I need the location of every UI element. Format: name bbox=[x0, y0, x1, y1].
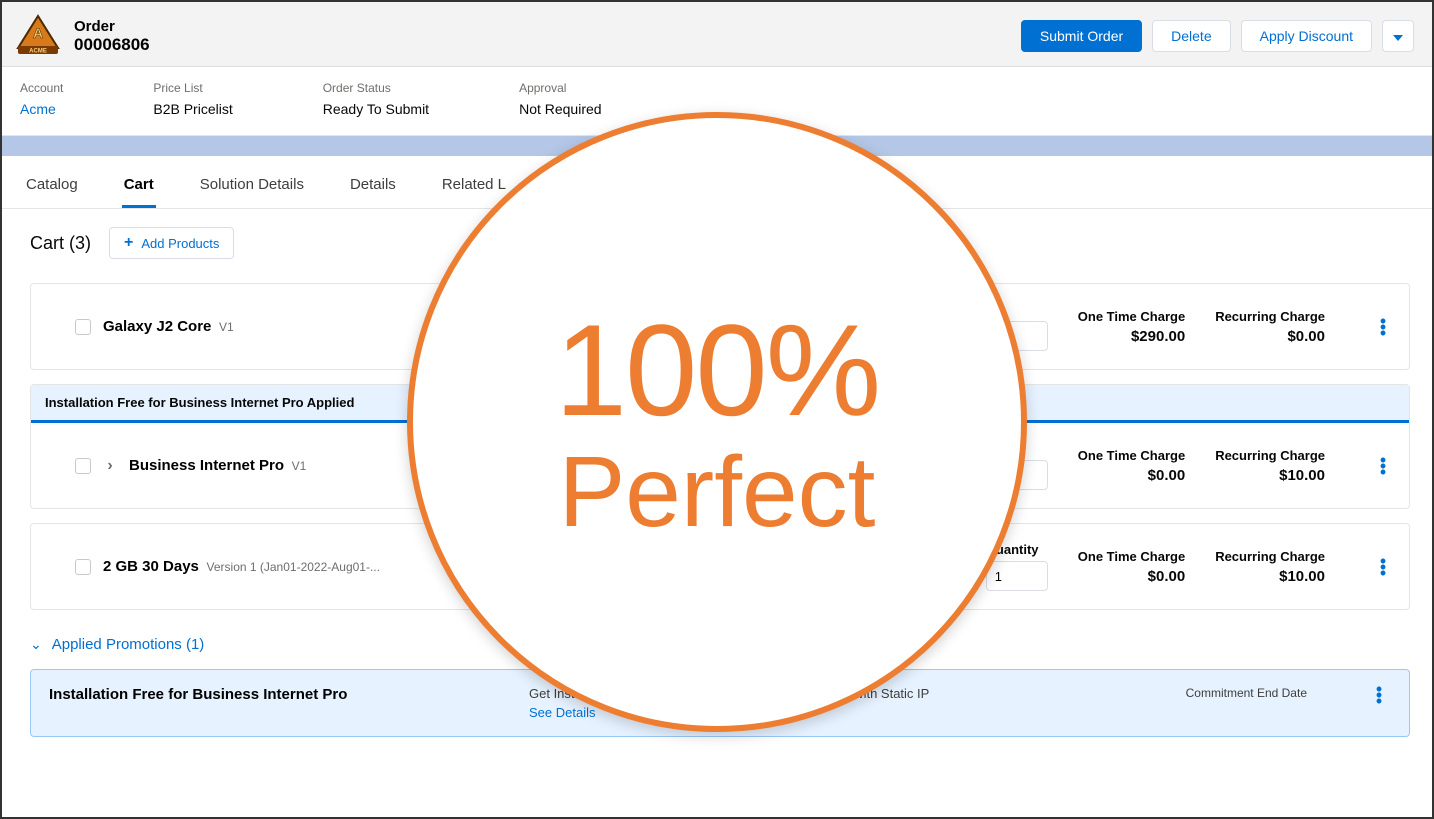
row-actions-menu[interactable]: ••• bbox=[1371, 558, 1395, 576]
cart-item-card: Installation Free for Business Internet … bbox=[30, 384, 1410, 509]
tab-bar: Catalog Cart Solution Details Details Re… bbox=[2, 162, 1432, 209]
row-actions-menu[interactable]: ••• bbox=[1371, 318, 1395, 336]
add-products-button[interactable]: + Add Products bbox=[109, 227, 234, 259]
add-products-label: Add Products bbox=[141, 236, 219, 251]
otc-label: One Time Charge bbox=[1078, 549, 1185, 564]
quantity-input[interactable] bbox=[986, 321, 1048, 351]
product-version: V1 bbox=[219, 320, 234, 334]
quantity-input[interactable] bbox=[986, 561, 1048, 591]
delete-button[interactable]: Delete bbox=[1152, 20, 1230, 52]
tab-related[interactable]: Related L bbox=[440, 162, 508, 208]
apply-discount-button[interactable]: Apply Discount bbox=[1241, 20, 1372, 52]
pricelist-value: B2B Pricelist bbox=[153, 101, 232, 117]
expand-chevron-icon[interactable]: › bbox=[103, 459, 117, 473]
row-actions-menu[interactable]: ••• bbox=[1371, 457, 1395, 475]
product-version: Version 1 (Jan01-2022-Aug01-... bbox=[207, 560, 380, 574]
otc-label: One Time Charge bbox=[1078, 309, 1185, 324]
tab-details[interactable]: Details bbox=[348, 162, 398, 208]
commitment-end-date-label: Commitment End Date bbox=[1147, 686, 1307, 700]
product-version: V1 bbox=[292, 459, 307, 473]
rc-label: Recurring Charge bbox=[1215, 448, 1325, 463]
approval-label: Approval bbox=[519, 81, 602, 95]
plus-icon: + bbox=[124, 234, 133, 252]
record-type-label: Order bbox=[74, 18, 150, 35]
chevron-down-icon: ⌄ bbox=[30, 636, 42, 653]
pricelist-label: Price List bbox=[153, 81, 232, 95]
applied-promotions-toggle[interactable]: ⌄ Applied Promotions (1) bbox=[30, 636, 1410, 653]
divider-strip bbox=[2, 136, 1432, 156]
order-status-value: Ready To Submit bbox=[323, 101, 429, 117]
acme-logo-icon: A ACME bbox=[14, 14, 62, 58]
submit-order-button[interactable]: Submit Order bbox=[1021, 20, 1142, 52]
promotion-name: Installation Free for Business Internet … bbox=[49, 686, 469, 703]
page-header: A ACME Order 00006806 Submit Order Delet… bbox=[2, 2, 1432, 67]
more-actions-button[interactable] bbox=[1382, 20, 1414, 52]
row-checkbox[interactable] bbox=[75, 458, 91, 474]
account-label: Account bbox=[20, 81, 63, 95]
tab-catalog[interactable]: Catalog bbox=[24, 162, 80, 208]
caret-down-icon bbox=[1393, 35, 1403, 41]
otc-value: $0.00 bbox=[1078, 568, 1185, 585]
cart-item-card: 2 GB 30 Days Version 1 (Jan01-2022-Aug01… bbox=[30, 523, 1410, 610]
order-status-label: Order Status bbox=[323, 81, 429, 95]
see-details-link[interactable]: See Details bbox=[529, 705, 1087, 720]
product-name[interactable]: Business Internet Pro bbox=[129, 457, 284, 474]
rc-label: Recurring Charge bbox=[1215, 309, 1325, 324]
rc-value: $0.00 bbox=[1215, 328, 1325, 345]
rc-value: $10.00 bbox=[1215, 467, 1325, 484]
otc-value: $290.00 bbox=[1078, 328, 1185, 345]
svg-text:A: A bbox=[33, 25, 43, 41]
cart-item-card: Galaxy J2 Core V1 Quantity One Time Char… bbox=[30, 283, 1410, 370]
record-highlights: Account Acme Price List B2B Pricelist Or… bbox=[2, 67, 1432, 136]
promotion-actions-menu[interactable]: ••• bbox=[1367, 686, 1391, 704]
quantity-input[interactable] bbox=[986, 460, 1048, 490]
quantity-label: Quantity bbox=[986, 542, 1048, 557]
account-link[interactable]: Acme bbox=[20, 101, 63, 117]
promo-applied-banner: Installation Free for Business Internet … bbox=[31, 385, 1409, 423]
tab-cart[interactable]: Cart bbox=[122, 162, 156, 208]
svg-text:ACME: ACME bbox=[29, 49, 47, 55]
row-checkbox[interactable] bbox=[75, 319, 91, 335]
rc-label: Recurring Charge bbox=[1215, 549, 1325, 564]
order-number: 00006806 bbox=[74, 35, 150, 55]
promotion-card: Installation Free for Business Internet … bbox=[30, 669, 1410, 737]
product-name[interactable]: Galaxy J2 Core bbox=[103, 318, 211, 335]
cart-title: Cart (3) bbox=[30, 233, 91, 254]
otc-label: One Time Charge bbox=[1078, 448, 1185, 463]
applied-promotions-label: Applied Promotions (1) bbox=[52, 636, 205, 653]
tab-solution-details[interactable]: Solution Details bbox=[198, 162, 306, 208]
approval-value: Not Required bbox=[519, 101, 602, 117]
row-checkbox[interactable] bbox=[75, 559, 91, 575]
promotion-description: Get Installation Free when buying Busine… bbox=[529, 686, 929, 701]
otc-value: $0.00 bbox=[1078, 467, 1185, 484]
rc-value: $10.00 bbox=[1215, 568, 1325, 585]
product-name[interactable]: 2 GB 30 Days bbox=[103, 558, 199, 575]
